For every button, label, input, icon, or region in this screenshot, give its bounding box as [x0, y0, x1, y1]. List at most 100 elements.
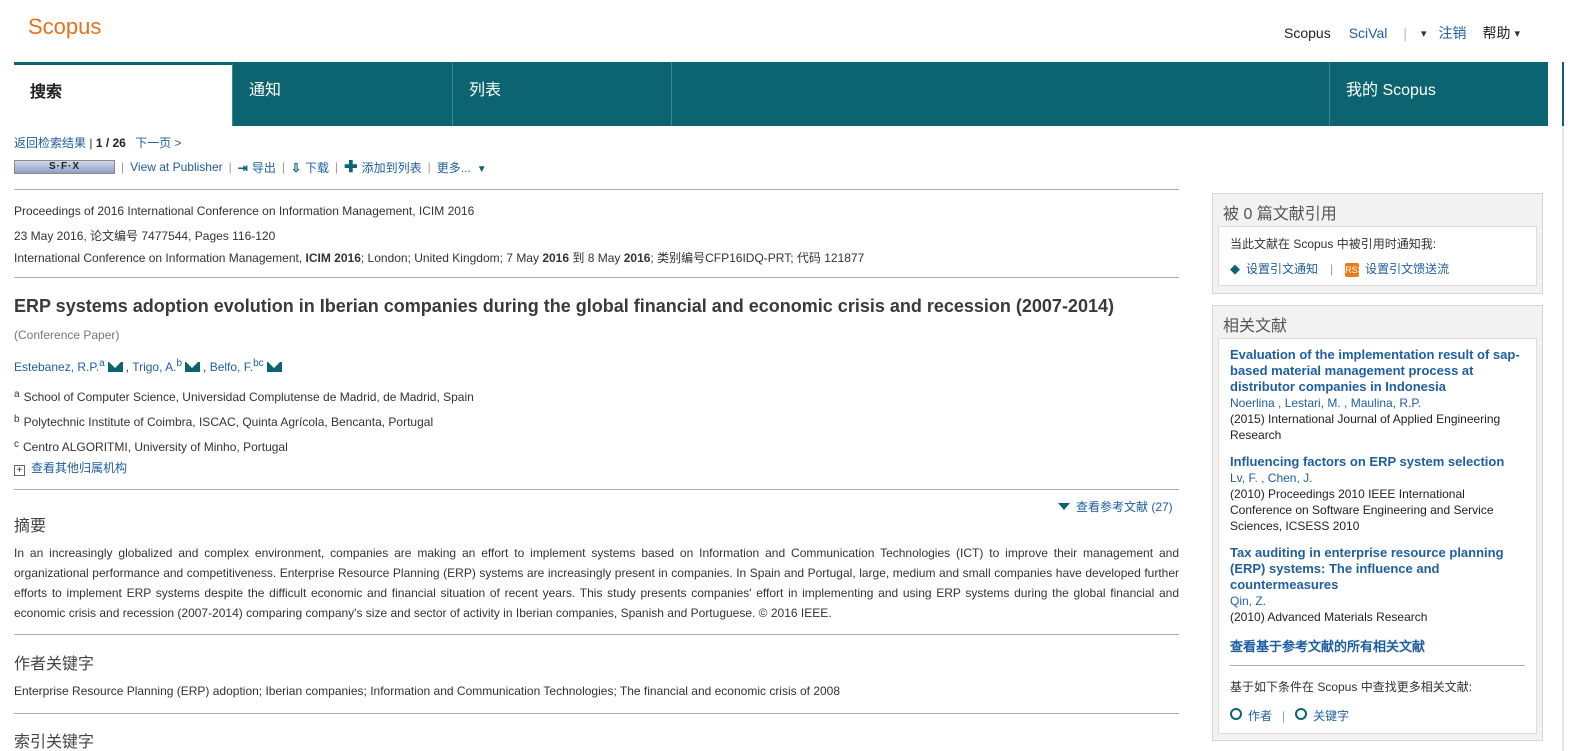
author-link[interactable]: Estebanez, R.P.	[14, 360, 99, 374]
abstract-text: In an increasingly globalized and comple…	[14, 546, 1179, 620]
breadcrumb: 返回检索结果 | 1 / 26 下一页 >	[14, 134, 182, 151]
tab-bar-spacer	[672, 62, 1330, 126]
set-citation-alert-link[interactable]: ◆ 设置引文通知	[1230, 260, 1318, 277]
next-page-link[interactable]: 下一页 >	[135, 136, 181, 150]
related-body: Evaluation of the implementation result …	[1218, 338, 1537, 734]
cited-by-body: 当此文献在 Scopus 中被引用时通知我: ◆ 设置引文通知 | RSS设置引文…	[1218, 226, 1537, 286]
author-affil-sup: bc	[253, 358, 264, 369]
affiliation: a School of Computer Science, Universidad…	[14, 389, 474, 404]
page-scrollbar[interactable]	[1562, 126, 1564, 751]
add-to-list-label: 添加到列表	[361, 161, 422, 175]
export-button[interactable]: ⇥ 导出	[238, 159, 276, 176]
find-more-text: 基于如下条件在 Scopus 中查找更多相关文献:	[1230, 680, 1473, 694]
search-icon	[1230, 708, 1242, 720]
nav-separator: |	[1403, 25, 1407, 41]
by-author-label: 作者	[1248, 709, 1273, 723]
view-at-publisher-link[interactable]: View at Publisher	[130, 160, 223, 174]
export-label: 导出	[251, 160, 276, 175]
author-keywords-heading: 作者关键字	[14, 656, 95, 673]
conf-text: ; 类别编号CFP16IDQ-PRT; 代码 121877	[650, 251, 865, 265]
top-nav: Scopus SciVal | ▾ 注销 帮助 ▾	[1284, 23, 1520, 43]
affiliation-text: Centro ALGORITMI, University of Minho, P…	[23, 440, 288, 454]
tab-list[interactable]: 列表	[453, 62, 672, 126]
user-dropdown-icon[interactable]: ▾	[1421, 27, 1427, 40]
expand-icon: +	[14, 465, 25, 476]
toolbar-separator: |	[228, 160, 232, 174]
author-link[interactable]: Belfo, F.	[210, 360, 253, 374]
nav-scival[interactable]: SciVal	[1349, 25, 1388, 41]
conference-details: International Conference on Information …	[14, 249, 864, 266]
nav-help[interactable]: 帮助	[1483, 23, 1511, 43]
related-item-title[interactable]: Influencing factors on ERP system select…	[1230, 454, 1525, 470]
affiliation-text: Polytechnic Institute of Coimbra, ISCAC,…	[23, 415, 434, 429]
related-search-row: 作者 | 关键字	[1230, 707, 1525, 724]
download-label: 下载	[305, 160, 330, 175]
related-title: 相关文献	[1223, 318, 1288, 335]
email-icon[interactable]	[185, 362, 201, 372]
affiliation-letter: c	[14, 439, 19, 450]
author-link[interactable]: Trigo, A.	[132, 360, 176, 374]
title-text: ERP systems adoption evolution in Iberia…	[14, 296, 1114, 316]
related-item-authors[interactable]: Qin, Z.	[1230, 593, 1525, 609]
toolbar-separator: |	[281, 160, 285, 174]
nav-scopus[interactable]: Scopus	[1284, 25, 1331, 41]
related-item-source: (2010) Advanced Materials Research	[1230, 610, 1428, 624]
set-alert-label: 设置引文通知	[1246, 262, 1319, 276]
sfx-button[interactable]: S·F·X	[14, 160, 115, 174]
related-item-authors[interactable]: Noerlina , Lestari, M. , Maulina, R.P.	[1230, 395, 1525, 411]
search-by-author-link[interactable]: 作者	[1230, 707, 1272, 724]
by-keyword-label: 关键字	[1313, 709, 1350, 723]
affiliation-text: School of Computer Science, Universidad …	[23, 390, 474, 404]
download-button[interactable]: ⇩ 下载	[291, 159, 329, 176]
show-more-affiliations[interactable]: + 查看其他归属机构	[14, 459, 127, 476]
affiliation: c Centro ALGORITMI, University of Minho, …	[14, 439, 288, 454]
tabbar-edge	[1562, 62, 1564, 126]
scopus-logo[interactable]: Scopus	[28, 14, 101, 40]
view-all-related-link[interactable]: 查看基于参考文献的所有相关文献	[1230, 636, 1525, 655]
set-citation-feed-link[interactable]: RSS设置引文馈送流	[1345, 260, 1449, 277]
help-dropdown-icon[interactable]: ▾	[1515, 27, 1521, 40]
related-item-authors[interactable]: Lv, F. , Chen, J.	[1230, 470, 1525, 486]
main-tab-bar: 搜索 通知 列表 我的 Scopus	[14, 62, 1548, 126]
result-position: 1 / 26	[95, 136, 126, 150]
divider	[14, 713, 1179, 714]
author-keywords: Enterprise Resource Planning (ERP) adopt…	[14, 684, 841, 698]
divider	[14, 189, 1179, 190]
more-affiliations-label: 查看其他归属机构	[31, 461, 128, 475]
affiliation-letter: b	[14, 414, 20, 425]
conf-text: 到 8 May	[569, 251, 624, 265]
affiliation-letter: a	[14, 389, 20, 400]
plus-icon: ✚	[344, 159, 358, 176]
related-item-title[interactable]: Tax auditing in enterprise resource plan…	[1230, 545, 1525, 593]
toolbar-separator: |	[121, 160, 125, 174]
conference-proceedings: Proceedings of 2016 International Confer…	[14, 204, 475, 218]
triangle-down-icon	[1058, 503, 1070, 510]
conf-year: 2016	[542, 251, 570, 265]
add-to-list-button[interactable]: ✚ 添加到列表	[344, 157, 421, 177]
download-icon: ⇩	[290, 160, 302, 175]
author-affil-sup: a	[99, 358, 105, 369]
conf-acronym: ICIM 2016	[305, 251, 361, 265]
author-separator: ,	[125, 360, 130, 374]
top-header: Scopus Scopus SciVal | ▾ 注销 帮助 ▾	[0, 0, 1587, 62]
alert-separator: |	[1330, 261, 1334, 276]
export-icon: ⇥	[237, 160, 248, 175]
related-item: Tax auditing in enterprise resource plan…	[1230, 545, 1525, 625]
related-search-separator: |	[1282, 708, 1286, 723]
publication-date: 23 May 2016, 论文编号 7477544, Pages 116-120	[14, 229, 276, 243]
related-item-title[interactable]: Evaluation of the implementation result …	[1230, 347, 1525, 395]
index-keywords-heading: 索引关键字	[14, 734, 95, 751]
email-icon[interactable]	[266, 362, 282, 372]
tab-my-scopus[interactable]: 我的 Scopus	[1330, 62, 1548, 126]
tab-notice[interactable]: 通知	[233, 62, 453, 126]
view-references-link[interactable]: 查看参考文献 (27)	[1058, 498, 1173, 515]
nav-logout[interactable]: 注销	[1439, 23, 1467, 43]
toolbar-separator: |	[427, 160, 431, 174]
email-icon[interactable]	[107, 362, 123, 372]
search-by-keyword-link[interactable]: 关键字	[1295, 707, 1349, 724]
back-to-results-link[interactable]: 返回检索结果	[14, 136, 86, 150]
citation-notice-text: 当此文献在 Scopus 中被引用时通知我:	[1230, 237, 1437, 251]
tab-search[interactable]: 搜索	[14, 62, 233, 126]
related-documents-panel: 相关文献 Evaluation of the implementation re…	[1212, 305, 1543, 741]
more-menu-button[interactable]: 更多... ▼	[437, 159, 487, 176]
